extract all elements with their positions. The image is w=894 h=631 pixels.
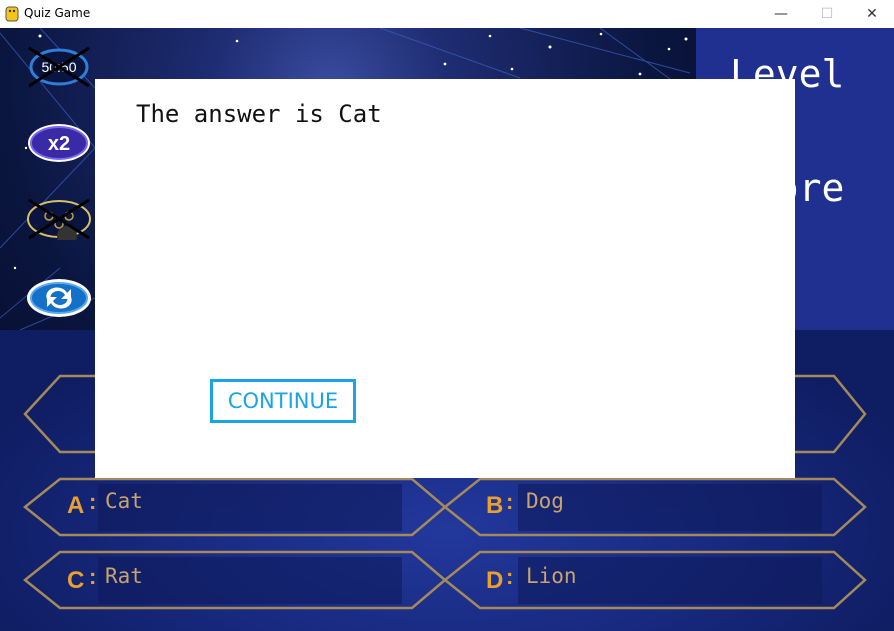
answer-d-option[interactable]: Lion [526,564,577,588]
game-area: Level Score 50:50 x2 [0,28,894,631]
python-app-icon [5,6,19,22]
lifeline-ask-audience-button[interactable] [25,198,93,246]
answer-d-colon: : [506,564,514,589]
window-title: Quiz Game [24,6,91,20]
minimize-button[interactable]: — [758,0,804,28]
maximize-button[interactable]: ☐ [804,0,850,28]
close-button[interactable]: ✕ [849,0,894,28]
answer-b-option[interactable]: Dog [526,489,564,513]
answer-c-option[interactable]: Rat [105,564,143,588]
lifeline-swap-question-button[interactable] [25,277,93,319]
answer-d-letter: D [486,567,504,594]
answer-dialog: The answer is Cat CONTINUE [95,79,795,478]
lifeline-double-chance-button[interactable]: x2 [25,122,93,164]
lifeline-fifty-fifty-button[interactable]: 50:50 [25,46,93,88]
answer-a-letter: A [67,492,85,519]
dialog-message: The answer is Cat [136,100,382,128]
double-chance-label: x2 [48,133,70,155]
continue-button[interactable]: CONTINUE [210,379,356,423]
swap-question-icon [27,279,91,317]
ask-audience-icon [27,198,91,246]
window-titlebar: Quiz Game — ☐ ✕ [0,0,894,28]
answer-c-letter: C [67,567,85,594]
answer-a-option[interactable]: Cat [105,489,143,513]
answer-a-colon: : [89,489,97,514]
double-chance-icon: x2 [28,124,90,162]
fifty-fifty-icon: 50:50 [28,46,90,88]
answer-b-colon: : [506,489,514,514]
answer-b-letter: B [486,492,504,519]
answer-c-colon: : [89,564,97,589]
